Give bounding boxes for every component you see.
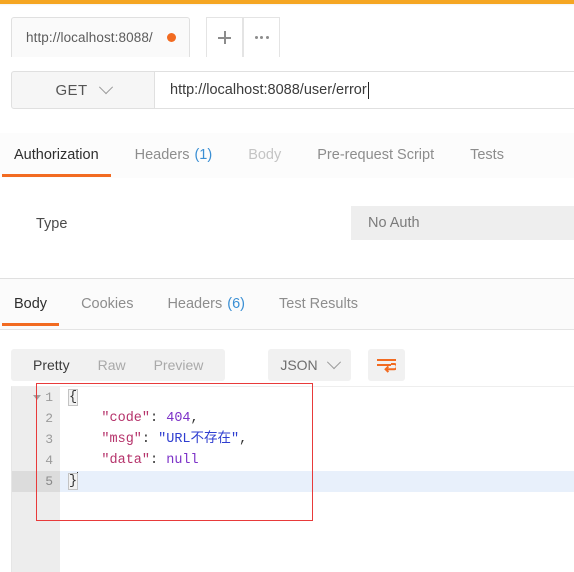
code-line: }	[60, 471, 574, 492]
line-number: 2	[12, 408, 60, 429]
unsaved-dot-icon	[166, 33, 176, 42]
line-number-text: 5	[45, 474, 53, 489]
tab-tests[interactable]: Tests	[458, 133, 516, 177]
line-number-text: 2	[45, 411, 53, 426]
auth-type-selector[interactable]: No Auth	[351, 206, 574, 240]
request-tab-strip: http://localhost:8088/	[0, 6, 574, 62]
active-tab-underline	[2, 174, 111, 177]
response-tab-list: Body Cookies Headers (6) Test Results	[2, 282, 370, 326]
code-token: "data"	[101, 453, 151, 468]
tab-label: Pre-request Script	[317, 147, 435, 163]
code-line: "msg": "URL不存在",	[60, 429, 574, 450]
response-section-tabs: Body Cookies Headers (6) Test Results	[0, 279, 574, 330]
code-token: }	[67, 473, 79, 490]
editor-code-area[interactable]: { "code": 404, "msg": "URL不存在", "data": …	[60, 387, 574, 572]
response-body-editor[interactable]: 1 2 3 4 5 { "code": 404, "msg": "URL不存在", "d…	[11, 386, 574, 572]
tab-pre-request-script[interactable]: Pre-request Script	[305, 133, 446, 177]
code-fold-arrow-icon[interactable]	[33, 395, 41, 400]
tab-authorization[interactable]: Authorization	[2, 133, 111, 177]
response-tab-test-results[interactable]: Test Results	[267, 282, 370, 326]
editor-caret	[77, 472, 79, 487]
code-line: "data": null	[60, 450, 574, 471]
plus-icon	[218, 31, 231, 44]
tab-options-button[interactable]	[243, 17, 280, 57]
tab-body[interactable]: Body	[236, 133, 293, 177]
request-tab-label: http://localhost:8088/	[26, 30, 153, 45]
request-tab-list: Authorization Headers (1) Body Pre-request S…	[2, 133, 516, 177]
code-token: ,	[190, 411, 199, 426]
authorization-panel: Type No Auth	[0, 178, 574, 278]
editor-line-number-gutter: 1 2 3 4 5	[12, 387, 60, 572]
response-view-mode-group: Pretty Raw Preview	[11, 349, 226, 381]
tab-count-badge: (1)	[194, 147, 213, 163]
request-section-tabs: Authorization Headers (1) Body Pre-request S…	[0, 133, 574, 179]
line-number: 1	[12, 387, 60, 408]
tab-headers[interactable]: Headers (1)	[123, 133, 225, 177]
line-number-text: 4	[45, 453, 53, 468]
response-toolbar: Pretty Raw Preview JSON	[0, 330, 574, 382]
word-wrap-button[interactable]	[368, 349, 405, 381]
chevron-down-icon	[326, 355, 341, 370]
tab-label: Body	[248, 147, 282, 163]
tab-label: Headers	[134, 147, 190, 163]
auth-type-value: No Auth	[368, 215, 420, 231]
code-token: "URL不存在"	[158, 432, 240, 447]
ellipsis-icon	[254, 36, 269, 39]
auth-type-label: Type	[36, 216, 68, 232]
url-text: http://localhost:8088/user/error	[170, 82, 367, 98]
response-tab-body[interactable]: Body	[2, 282, 60, 326]
response-format-label: JSON	[280, 357, 318, 373]
tab-label: Cookies	[81, 296, 134, 312]
code-token: null	[166, 453, 199, 468]
line-number: 4	[12, 450, 60, 471]
view-mode-preview[interactable]: Preview	[140, 349, 218, 381]
line-number-text: 1	[45, 390, 53, 405]
method-label: GET	[55, 81, 88, 99]
line-number: 3	[12, 429, 60, 450]
tab-label: Authorization	[14, 147, 99, 163]
code-line: {	[60, 387, 574, 408]
chevron-down-icon	[98, 80, 113, 95]
tab-label: Test Results	[279, 296, 358, 312]
response-tab-headers[interactable]: Headers (6)	[155, 282, 257, 326]
tab-label: Body	[14, 296, 48, 312]
code-token: ,	[239, 432, 248, 447]
code-token: :	[150, 411, 167, 426]
tab-label: Tests	[470, 147, 504, 163]
line-number: 5	[12, 471, 60, 492]
text-caret	[367, 81, 369, 99]
code-token: 404	[166, 411, 191, 426]
new-tab-button[interactable]	[206, 17, 243, 57]
line-number-text: 3	[45, 432, 53, 447]
url-input[interactable]: http://localhost:8088/user/error	[155, 71, 574, 109]
method-selector[interactable]: GET	[11, 71, 155, 109]
tab-count-badge: (6)	[227, 296, 245, 312]
code-token: :	[150, 453, 167, 468]
code-token: {	[67, 389, 79, 406]
postman-window: http://localhost:8088/ GET http://localh…	[0, 0, 574, 572]
word-wrap-icon	[377, 358, 396, 373]
code-line: "code": 404,	[60, 408, 574, 429]
view-mode-pretty[interactable]: Pretty	[19, 349, 84, 381]
view-mode-raw[interactable]: Raw	[84, 349, 140, 381]
active-tab-underline	[2, 323, 60, 326]
tab-label: Headers	[167, 296, 223, 312]
code-token: :	[141, 432, 159, 447]
request-tab[interactable]: http://localhost:8088/	[11, 17, 190, 57]
code-token: "msg"	[101, 432, 142, 447]
response-tab-cookies[interactable]: Cookies	[69, 282, 145, 326]
response-format-selector[interactable]: JSON	[268, 349, 351, 381]
url-bar: GET http://localhost:8088/user/error	[0, 61, 574, 118]
code-token: "code"	[101, 411, 151, 426]
